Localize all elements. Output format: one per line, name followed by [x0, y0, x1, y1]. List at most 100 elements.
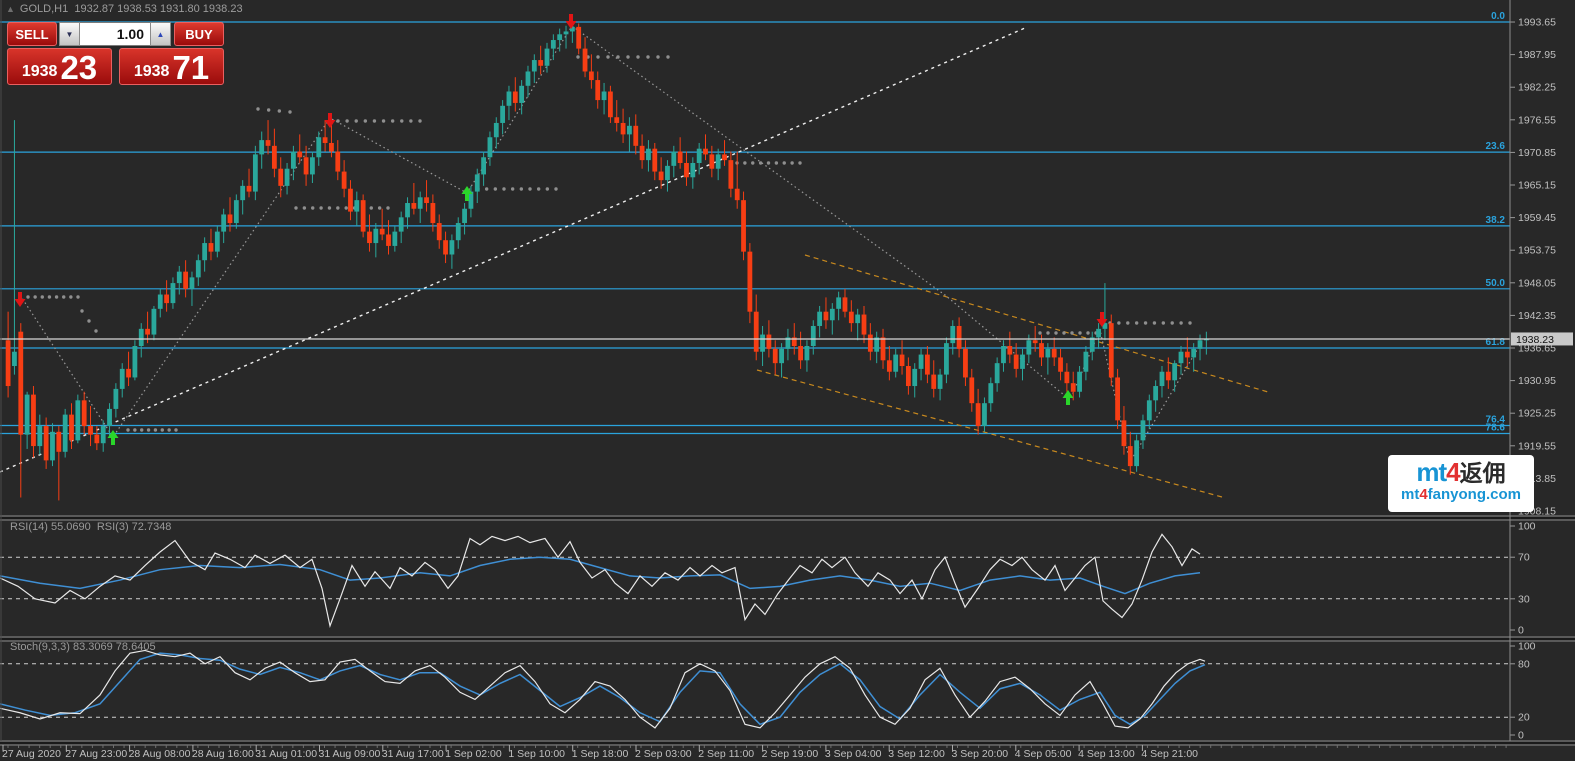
candle — [868, 335, 873, 352]
candle — [354, 200, 359, 211]
candle — [285, 169, 290, 186]
candle — [1191, 349, 1196, 358]
volume-up-button[interactable]: ▲ — [150, 22, 171, 46]
svg-text:1919.55: 1919.55 — [1518, 440, 1556, 452]
candle — [1007, 346, 1012, 355]
watermark-line1: mt4返佣 — [1388, 459, 1534, 485]
candle — [760, 335, 765, 352]
svg-text:100: 100 — [1518, 521, 1536, 533]
candle — [633, 126, 638, 146]
candle — [709, 154, 714, 168]
candle — [133, 346, 138, 377]
svg-text:1930.95: 1930.95 — [1518, 375, 1556, 387]
buy-arrow-icon — [1063, 390, 1074, 405]
candle — [741, 200, 746, 251]
sell-button[interactable]: SELL — [7, 22, 57, 46]
svg-text:31 Aug 01:00: 31 Aug 01:00 — [255, 748, 317, 760]
candle — [120, 369, 125, 389]
candle — [272, 146, 277, 169]
buy-button[interactable]: BUY — [174, 22, 224, 46]
candle — [18, 332, 23, 435]
svg-text:100: 100 — [1518, 641, 1536, 653]
candle — [392, 232, 397, 246]
candle — [1033, 340, 1038, 343]
svg-text:1993.65: 1993.65 — [1518, 17, 1556, 29]
candle — [1198, 340, 1203, 349]
candle — [31, 395, 36, 446]
candle — [1039, 343, 1044, 357]
candle — [430, 203, 435, 223]
candle — [418, 197, 423, 208]
candle — [348, 189, 353, 212]
candle — [361, 200, 366, 231]
one-click-trading-panel: SELL ▼ ▲ BUY 1938 23 1938 71 — [7, 22, 225, 85]
stochastic-pane: 10080200 — [0, 641, 1536, 742]
svg-text:30: 30 — [1518, 593, 1530, 605]
candle — [836, 297, 841, 308]
candle — [1179, 352, 1184, 363]
sell-price-pips: 23 — [60, 50, 97, 85]
candle — [519, 86, 524, 103]
candle — [526, 71, 531, 85]
svg-text:23.6: 23.6 — [1486, 141, 1506, 152]
candle — [56, 432, 61, 452]
candle — [697, 149, 702, 163]
candle — [304, 157, 309, 174]
candle — [209, 243, 214, 252]
sell-price-button[interactable]: 1938 23 — [7, 48, 112, 85]
candle — [545, 49, 550, 66]
collapse-arrow-icon[interactable]: ▲ — [6, 4, 15, 14]
svg-text:31 Aug 17:00: 31 Aug 17:00 — [382, 748, 444, 760]
candle — [1128, 446, 1133, 466]
candle — [380, 229, 385, 235]
candle — [373, 229, 378, 243]
candle — [805, 346, 810, 360]
price-chart-canvas[interactable]: 0.023.638.250.061.876.478.61938.231993.6… — [0, 0, 1575, 761]
svg-text:31 Aug 09:00: 31 Aug 09:00 — [319, 748, 381, 760]
candle — [44, 426, 49, 460]
candle — [177, 272, 182, 283]
candle — [291, 152, 296, 169]
svg-text:1970.85: 1970.85 — [1518, 147, 1556, 159]
candle — [798, 346, 803, 360]
ascending-trendline — [0, 28, 1025, 472]
candle — [881, 337, 886, 360]
candle — [196, 260, 201, 277]
candle — [817, 312, 822, 326]
svg-text:38.2: 38.2 — [1486, 215, 1506, 226]
candle — [969, 377, 974, 403]
candle — [976, 403, 981, 426]
candle — [1045, 349, 1050, 358]
candle — [722, 154, 727, 160]
candle — [113, 389, 118, 409]
candle — [126, 369, 131, 378]
candle — [671, 152, 676, 166]
svg-text:0.0: 0.0 — [1491, 11, 1505, 22]
candle — [614, 117, 619, 123]
mt4-window: 0.023.638.250.061.876.478.61938.231993.6… — [0, 0, 1575, 761]
candle — [1153, 386, 1158, 400]
candle — [228, 214, 233, 223]
candle — [139, 329, 144, 346]
volume-input[interactable] — [80, 22, 150, 46]
svg-text:28 Aug 08:00: 28 Aug 08:00 — [129, 748, 191, 760]
descending-channel-lines — [757, 255, 1268, 497]
candle — [747, 252, 752, 312]
candle — [1141, 420, 1146, 440]
candle — [456, 223, 461, 240]
candle — [703, 149, 708, 155]
buy-price-button[interactable]: 1938 71 — [119, 48, 224, 85]
candle — [862, 315, 867, 335]
volume-down-button[interactable]: ▼ — [59, 22, 80, 46]
candle — [608, 92, 613, 118]
candle — [538, 60, 543, 66]
candle — [1134, 440, 1139, 466]
candle — [950, 326, 955, 343]
candle — [665, 166, 670, 180]
candle — [329, 143, 334, 152]
svg-text:4 Sep 21:00: 4 Sep 21:00 — [1141, 748, 1198, 760]
candle — [1084, 352, 1089, 372]
candle — [557, 34, 562, 40]
candle — [1166, 372, 1171, 381]
candle — [1058, 357, 1063, 371]
